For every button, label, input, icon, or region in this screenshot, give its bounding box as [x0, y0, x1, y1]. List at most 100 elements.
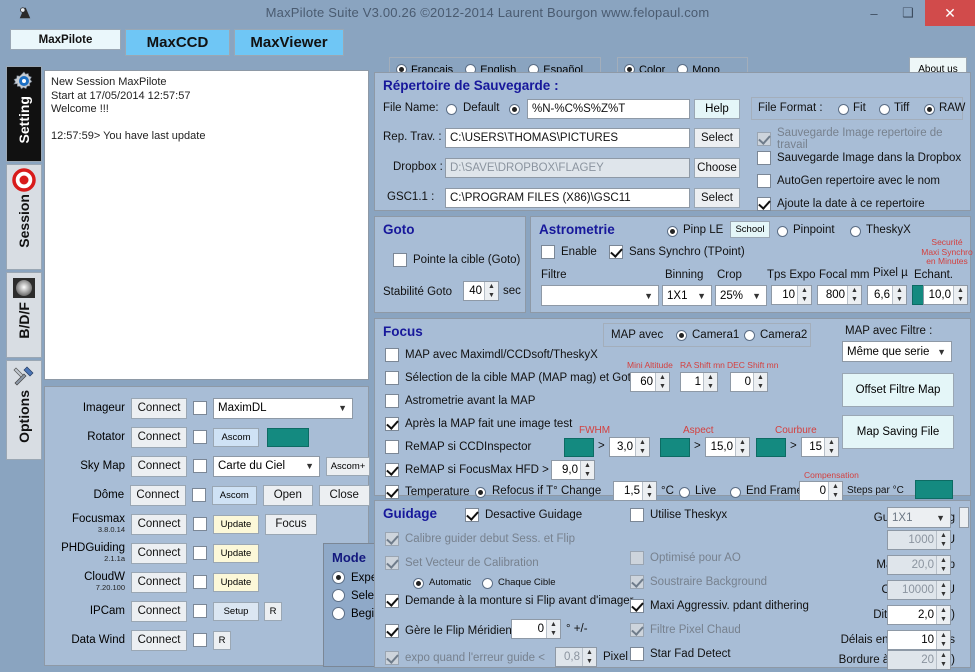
connect-button-datawind[interactable]: Connect [131, 629, 187, 651]
spinner-arrows-icon[interactable]: ▲ ▼ [936, 556, 950, 574]
tab-maxpilote[interactable]: MaxPilote [10, 29, 121, 50]
check-desactive-guidage[interactable]: Desactive Guidage [465, 508, 582, 522]
map-avec-filtre-combo[interactable]: Même que serie ▼ [842, 341, 952, 362]
file-name-pattern-radio[interactable] [509, 104, 520, 115]
map-saving-file-button[interactable]: Map Saving File [842, 415, 954, 449]
check-astrometrie-avant-map[interactable]: Astrometrie avant la MAP [385, 394, 535, 408]
device-checkbox-dome[interactable] [191, 488, 206, 502]
tab-maxviewer[interactable]: MaxViewer [234, 29, 344, 56]
device-checkbox-cloudw[interactable] [193, 575, 207, 589]
check-temperature[interactable]: Temperature [385, 485, 470, 499]
goto-pointe-check[interactable]: Pointe la cible (Goto) [387, 253, 520, 267]
connect-button-ipcam[interactable]: Connect [131, 600, 187, 622]
check-autogen[interactable]: AutoGen repertoire avec le nom [751, 174, 940, 188]
refocus-radio[interactable] [475, 487, 486, 498]
optimum-adu-spinner[interactable]: 10000 ▲ ▼ [887, 580, 951, 600]
device-combo-imageur[interactable]: MaximDL ▼ [213, 397, 353, 419]
expo-erreur-spinner[interactable]: 0,8 ▲ ▼ [555, 647, 597, 667]
dec-shift-spinner[interactable]: 0 ▲ ▼ [730, 372, 768, 392]
connect-button-imageur[interactable]: Connect [131, 397, 187, 419]
file-name-pattern-input[interactable]: %N-%C%S%Z%T [527, 99, 690, 119]
max-guide-exp-spinner[interactable]: 20,0 ▲ ▼ [887, 555, 951, 575]
spinner-arrows-icon[interactable]: ▲ ▼ [953, 286, 967, 304]
spinner-arrows-icon[interactable]: ▲ ▼ [936, 581, 950, 599]
flip-meridien-spinner[interactable]: 0 ▲ ▼ [511, 619, 561, 639]
dropbox-choose-button[interactable]: Choose [694, 158, 740, 178]
dithering-spinner[interactable]: 2,0 ▲ ▼ [887, 605, 951, 625]
min-adu-spinner[interactable]: 1000 ▲ ▼ [887, 530, 951, 550]
connect-button-cloudw[interactable]: Connect [131, 571, 187, 593]
astrometrie-sans-synchro-check[interactable]: Sans Synchro (TPoint) [609, 245, 745, 259]
spinner-arrows-icon[interactable]: ▲ ▼ [797, 286, 811, 304]
check-map-avec-maximdl[interactable]: MAP avec Maximdl/CCDsoft/TheskyX [385, 348, 598, 362]
rep-trav-select-button[interactable]: Select [694, 128, 740, 148]
live-radio[interactable] [679, 487, 690, 498]
maximize-button[interactable]: ❑ [891, 0, 925, 26]
temp-change-spinner[interactable]: 1,5 ▲ ▼ [613, 481, 657, 501]
spinner-arrows-icon[interactable]: ▲ ▼ [892, 286, 906, 304]
check-gere-flip-meridien[interactable]: Gère le Flip Méridien [385, 624, 512, 638]
spinner-arrows-icon[interactable]: ▲ ▼ [847, 286, 861, 304]
connect-button-dome[interactable]: Connect [130, 484, 186, 506]
check-utilise-theskyx[interactable]: Utilise Theskyx [630, 508, 727, 522]
spinner-arrows-icon[interactable]: ▲ ▼ [703, 373, 717, 391]
solver-pinple-radio[interactable] [667, 226, 678, 237]
record-button-datawind[interactable]: R [213, 630, 231, 650]
minimize-button[interactable]: – [857, 0, 891, 26]
school-button[interactable]: School [730, 221, 770, 238]
spinner-arrows-icon[interactable]: ▲ ▼ [735, 438, 749, 456]
ascom-button-dome[interactable]: Ascom [211, 485, 258, 505]
ascom-button-rotator[interactable]: Ascom [213, 427, 259, 447]
astro-filtre-combo[interactable]: ▼ [541, 285, 659, 306]
hfd-spinner[interactable]: 9,0 ▲ ▼ [551, 460, 595, 480]
endframe-radio[interactable] [730, 487, 741, 498]
tab-maxccd[interactable]: MaxCCD [125, 29, 230, 56]
close-button[interactable]: ✕ [925, 0, 975, 26]
astro-focal-spinner[interactable]: 800 ▲ ▼ [817, 285, 862, 305]
check-star-fad-detect[interactable]: Star Fad Detect [630, 647, 731, 661]
spinner-arrows-icon[interactable]: ▲ ▼ [580, 461, 594, 479]
connect-button-rotator[interactable]: Connect [131, 426, 187, 448]
update-button-cloudw[interactable]: Update [213, 572, 259, 592]
file-format-raw-radio[interactable] [924, 104, 935, 115]
calib-automatic-radio[interactable] [413, 578, 424, 589]
check-expo-erreur-guide[interactable]: expo quand l'erreur guide < [385, 651, 545, 665]
device-checkbox-datawind[interactable] [193, 633, 207, 647]
focus-button[interactable]: Focus [265, 513, 317, 535]
check-set-vecteur[interactable]: Set Vecteur de Calibration [385, 556, 539, 570]
astrometrie-enable-check[interactable]: Enable [541, 245, 597, 259]
device-checkbox-imageur[interactable] [193, 401, 207, 415]
ascom-plus-button-skymap[interactable]: Ascom+ [326, 456, 370, 476]
astro-maxi-synchro-spinner[interactable]: 10,0 ▲ ▼ [923, 285, 968, 305]
device-combo-skymap[interactable]: Carte du Ciel ▼ [213, 455, 320, 477]
dome-open-button[interactable]: Open [263, 484, 313, 506]
calib-chaque-cible-radio[interactable] [482, 578, 493, 589]
device-checkbox-phdguiding[interactable] [193, 546, 207, 560]
guiding-binning-combo[interactable]: 1X1 ▼ [887, 507, 951, 528]
device-checkbox-rotator[interactable] [193, 430, 207, 444]
offset-filtre-map-button[interactable]: Offset Filtre Map [842, 373, 954, 407]
courbure-spinner[interactable]: 15 ▲ ▼ [801, 437, 839, 457]
check-sauvegarde-travail[interactable]: Sauvegarde Image repertoire de travail [751, 127, 970, 151]
delais-poses-spinner[interactable]: 10 ▲ ▼ [887, 630, 951, 650]
dome-close-button[interactable]: Close [318, 484, 370, 506]
astro-tpsexpo-spinner[interactable]: 10 ▲ ▼ [771, 285, 812, 305]
bordure-exclure-spinner[interactable]: 20 ▲ ▼ [887, 650, 951, 670]
record-button-ipcam[interactable]: R [264, 601, 282, 621]
check-selection-cible-map[interactable]: Sélection de la cible MAP (MAP mag) et G… [385, 371, 637, 385]
help-button[interactable]: Help [694, 99, 740, 119]
spinner-arrows-icon[interactable]: ▲ ▼ [635, 438, 649, 456]
check-ajoute-date[interactable]: Ajoute la date à ce repertoire [751, 197, 925, 211]
check-filtre-pixel-chaud[interactable]: Filtre Pixel Chaud [630, 623, 741, 637]
aspect-spinner[interactable]: 15,0 ▲ ▼ [705, 437, 750, 457]
device-checkbox-ipcam[interactable] [193, 604, 207, 618]
mini-altitude-spinner[interactable]: 60 ▲ ▼ [630, 372, 670, 392]
check-sauvegarde-dropbox[interactable]: Sauvegarde Image dans la Dropbox [751, 151, 961, 165]
goto-stabilite-spinner[interactable]: 40 ▲ ▼ [463, 281, 499, 301]
astro-binning-combo[interactable]: 1X1 ▼ [662, 285, 712, 306]
gsc-select-button[interactable]: Select [694, 188, 740, 208]
check-calibre-guider[interactable]: Calibre guider debut Sess. et Flip [385, 532, 575, 546]
spinner-arrows-icon[interactable]: ▲ ▼ [936, 531, 950, 549]
sidebar-item-bdf[interactable]: B/D/F [6, 272, 42, 358]
file-name-default-radio[interactable] [446, 104, 457, 115]
